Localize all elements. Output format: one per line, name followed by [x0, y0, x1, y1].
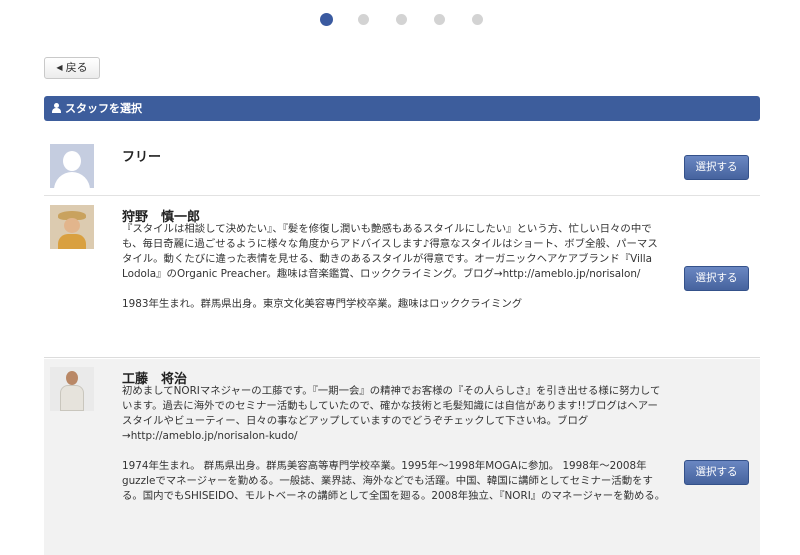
staff-photo — [50, 205, 94, 249]
staff-row: フリー 選択する — [44, 128, 760, 196]
page-dot[interactable] — [434, 14, 445, 25]
page-dot-active[interactable] — [320, 13, 333, 26]
staff-profile-paragraph: 1974年生まれ。 群馬県出身。群馬美容高等専門学校卒業。1995年〜1998年… — [122, 460, 666, 502]
staff-row: 工藤 将治 初めましてNORIマネジャーの工藤です。『一期一会』の精神でお客様の… — [44, 359, 760, 555]
page-dot[interactable] — [472, 14, 483, 25]
select-staff-button[interactable]: 選択する — [684, 460, 749, 485]
staff-row: 狩野 慎一郎 『スタイルは相談して決めたい』、『髪を修復し潤いも艶感もあるスタイ… — [44, 197, 760, 358]
staff-name: フリー — [122, 150, 162, 165]
staff-profile-paragraph: 1983年生まれ。群馬県出身。東京文化美容専門学校卒業。趣味はロッククライミング — [122, 298, 523, 310]
page-indicator — [0, 13, 800, 28]
staff-bio: 『スタイルは相談して決めたい』、『髪を修復し潤いも艶感もあるスタイルにしたい』と… — [122, 222, 667, 312]
user-icon — [52, 103, 61, 113]
select-staff-button[interactable]: 選択する — [684, 266, 749, 291]
page-dot[interactable] — [396, 14, 407, 25]
section-header: スタッフを選択 — [44, 96, 760, 121]
back-button-label: 戻る — [65, 61, 88, 74]
back-button[interactable]: ◀ 戻る — [44, 57, 100, 79]
page-dot[interactable] — [358, 14, 369, 25]
staff-bio-paragraph: 『スタイルは相談して決めたい』、『髪を修復し潤いも艶感もあるスタイルにしたい』と… — [122, 223, 658, 280]
staff-bio: 初めましてNORIマネジャーの工藤です。『一期一会』の精神でお客様の『その人らし… — [122, 384, 667, 504]
left-triangle-icon: ◀ — [56, 63, 63, 72]
staff-photo — [50, 367, 94, 411]
select-staff-button[interactable]: 選択する — [684, 155, 749, 180]
staff-bio-paragraph: 初めましてNORIマネジャーの工藤です。『一期一会』の精神でお客様の『その人らし… — [122, 385, 661, 442]
default-avatar-icon — [50, 144, 94, 188]
section-title: スタッフを選択 — [65, 102, 142, 115]
